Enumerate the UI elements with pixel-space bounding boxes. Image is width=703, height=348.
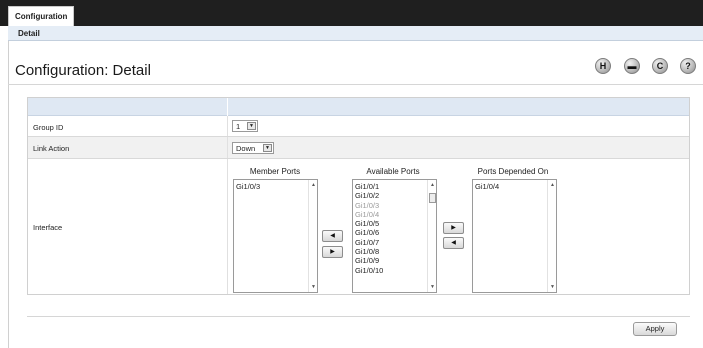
list-item[interactable]: Gi1/0/3 [236, 182, 260, 191]
refresh-icon[interactable]: C [652, 58, 668, 74]
row-link-action: Link Action Down ▼ [28, 137, 689, 159]
list-item[interactable]: Gi1/0/4 [475, 182, 499, 191]
chevron-down-icon: ▼ [263, 144, 272, 152]
row-divider [227, 159, 228, 294]
form-header [28, 98, 689, 116]
scroll-up-icon[interactable]: ▲ [309, 181, 318, 189]
link-action-label: Link Action [33, 144, 70, 153]
group-id-select[interactable]: 1 ▼ [232, 120, 258, 132]
tab-configuration[interactable]: Configuration [8, 6, 74, 26]
member-ports-title: Member Ports [249, 167, 301, 176]
depended-ports-title: Ports Depended On [477, 167, 549, 176]
list-item-disabled: Gi1/0/4 [355, 209, 380, 219]
scroll-up-icon[interactable]: ▲ [428, 181, 437, 189]
link-action-value: Down [236, 144, 256, 153]
move-right-button[interactable]: ▶ [443, 222, 464, 234]
link-action-select[interactable]: Down ▼ [232, 142, 274, 154]
scroll-down-icon[interactable]: ▼ [309, 283, 318, 291]
row-group-id: Group ID 1 ▼ [28, 116, 689, 137]
available-ports-items: Gi1/0/1 Gi1/0/2 Gi1/0/3 Gi1/0/4 Gi1/0/5 … [355, 182, 383, 275]
list-item[interactable]: Gi1/0/5 [355, 219, 383, 228]
depended-ports-list[interactable]: Gi1/0/4 ▲ ▼ [472, 179, 557, 293]
scrollbar[interactable]: ▲ ▼ [308, 180, 317, 292]
scroll-thumb[interactable] [429, 193, 436, 203]
move-left-button[interactable]: ◀ [322, 230, 343, 242]
help-icon[interactable]: ? [680, 58, 696, 74]
scrollbar[interactable]: ▲ ▼ [547, 180, 556, 292]
available-ports-title: Available Ports [366, 167, 420, 176]
list-item[interactable]: Gi1/0/8 [355, 247, 383, 256]
depended-ports-items: Gi1/0/4 [475, 182, 499, 191]
available-ports-list[interactable]: Gi1/0/1 Gi1/0/2 Gi1/0/3 Gi1/0/4 Gi1/0/5 … [352, 179, 437, 293]
group-id-value: 1 [236, 122, 241, 131]
list-item-disabled: Gi1/0/3 [355, 200, 380, 210]
member-ports-items: Gi1/0/3 [236, 182, 260, 191]
list-item[interactable]: Gi1/0/7 [355, 238, 383, 247]
save-icon[interactable]: H [595, 58, 611, 74]
list-item[interactable]: Gi1/0/9 [355, 256, 383, 265]
move-right-button[interactable]: ▶ [322, 246, 343, 258]
scroll-up-icon[interactable]: ▲ [548, 181, 557, 189]
row-divider [227, 116, 228, 136]
top-nav-bar [0, 0, 703, 26]
sub-nav-item-detail[interactable]: Detail [18, 29, 40, 38]
list-item[interactable]: Gi1/0/6 [355, 228, 383, 237]
list-item[interactable]: Gi1/0/1 [355, 182, 383, 191]
scroll-down-icon[interactable]: ▼ [548, 283, 557, 291]
row-divider [227, 137, 228, 158]
chevron-down-icon: ▼ [247, 122, 256, 130]
scroll-down-icon[interactable]: ▼ [428, 283, 437, 291]
bottom-divider [27, 316, 690, 317]
header-divider [227, 98, 228, 116]
list-item[interactable]: Gi1/0/2 [355, 191, 383, 200]
sub-nav: Detail [8, 26, 703, 41]
interface-label: Interface [33, 223, 63, 232]
group-id-label: Group ID [33, 123, 64, 132]
apply-button[interactable]: Apply [633, 322, 677, 336]
print-icon[interactable]: ▬ [624, 58, 640, 74]
move-left-button[interactable]: ◀ [443, 237, 464, 249]
title-divider [8, 84, 703, 85]
list-item[interactable]: Gi1/0/10 [355, 266, 383, 275]
page-title: Configuration: Detail [15, 62, 151, 79]
member-ports-list[interactable]: Gi1/0/3 ▲ ▼ [233, 179, 318, 293]
scrollbar[interactable]: ▲ ▼ [427, 180, 436, 292]
